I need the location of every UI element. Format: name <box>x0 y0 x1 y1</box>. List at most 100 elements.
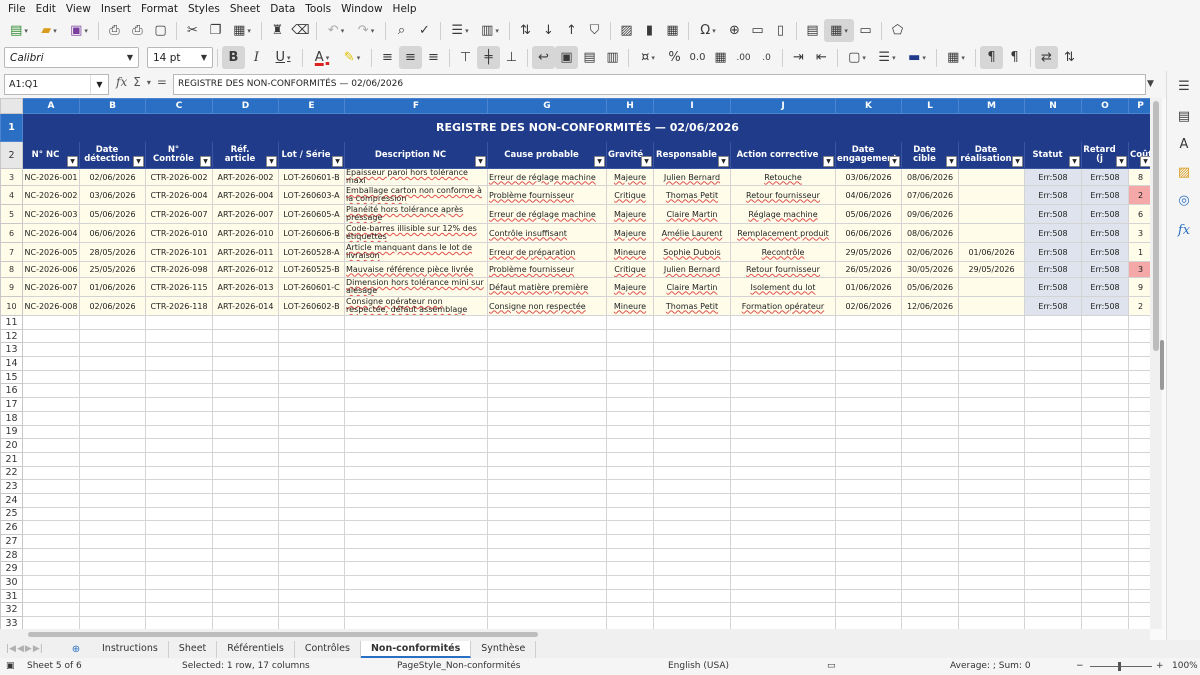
empty-cell[interactable] <box>901 451 959 467</box>
empty-cell[interactable] <box>653 342 731 358</box>
empty-cell[interactable] <box>1081 492 1129 508</box>
empty-cell[interactable] <box>22 575 80 590</box>
empty-cell[interactable] <box>901 410 959 426</box>
empty-cell[interactable] <box>344 575 488 590</box>
row-header[interactable]: 1 <box>0 113 23 142</box>
comment-icon[interactable]: ▭ <box>746 19 769 42</box>
empty-cell[interactable] <box>730 547 836 563</box>
paste-icon[interactable]: ▦ <box>227 19 257 42</box>
empty-cell[interactable] <box>145 588 213 604</box>
empty-cell[interactable] <box>653 602 731 618</box>
empty-cell[interactable] <box>1128 616 1150 629</box>
cell-j[interactable]: Réglage machine <box>730 204 836 224</box>
table-header-cell[interactable]: Gravité ▼ <box>606 141 654 169</box>
empty-cell[interactable] <box>730 575 836 590</box>
zoom-out-icon[interactable]: − <box>1076 661 1084 671</box>
empty-cell[interactable] <box>145 547 213 563</box>
font-color-icon[interactable]: A <box>307 46 337 69</box>
empty-cell[interactable] <box>1024 520 1082 535</box>
cell-c[interactable]: CTR-2026-101 <box>145 242 213 262</box>
empty-cell[interactable] <box>730 397 836 412</box>
table-header-cell[interactable]: Statut ▼ <box>1024 141 1082 169</box>
empty-cell[interactable] <box>344 547 488 563</box>
empty-cell[interactable] <box>1081 465 1129 481</box>
empty-cell[interactable] <box>901 588 959 604</box>
empty-cell[interactable] <box>145 397 213 412</box>
empty-cell[interactable] <box>606 328 654 344</box>
empty-cell[interactable] <box>22 356 80 371</box>
empty-cell[interactable] <box>606 438 654 453</box>
define-print-area-icon[interactable]: ▤ <box>801 19 824 42</box>
table-header-cell[interactable]: Coût ▼ <box>1128 141 1150 169</box>
cell-o[interactable]: Err:508 <box>1081 185 1129 205</box>
language[interactable]: English (USA) <box>668 661 729 671</box>
cell-j[interactable]: Remplacement produit <box>730 223 836 243</box>
empty-cell[interactable] <box>901 561 959 577</box>
next-sheet-icon[interactable]: ▶ <box>25 644 32 654</box>
table-header-cell[interactable]: Lot / Série ▼ <box>278 141 345 169</box>
empty-cell[interactable] <box>145 575 213 590</box>
empty-cell[interactable] <box>1024 424 1082 440</box>
empty-cell[interactable] <box>1081 561 1129 577</box>
row-header[interactable]: 27 <box>0 534 23 549</box>
empty-cell[interactable] <box>344 520 488 535</box>
empty-cell[interactable] <box>145 369 213 385</box>
empty-cell[interactable] <box>835 506 902 522</box>
empty-cell[interactable] <box>344 328 488 344</box>
row-header[interactable]: 30 <box>0 575 23 590</box>
empty-cell[interactable] <box>1024 410 1082 426</box>
empty-cell[interactable] <box>901 479 959 494</box>
empty-cell[interactable] <box>1081 315 1129 330</box>
empty-cell[interactable] <box>79 479 146 494</box>
empty-cell[interactable] <box>958 534 1025 549</box>
cell-m[interactable] <box>958 204 1025 224</box>
table-header-cell[interactable]: Action corrective ▼ <box>730 141 836 169</box>
cell-n[interactable]: Err:508 <box>1024 168 1082 186</box>
row-header[interactable]: 19 <box>0 424 23 440</box>
empty-cell[interactable] <box>730 410 836 426</box>
autofilter-dropdown-icon[interactable]: ▼ <box>200 156 211 167</box>
font-size-combo[interactable]: 14 pt ▼ <box>147 47 213 68</box>
empty-cell[interactable] <box>958 315 1025 330</box>
autofilter-dropdown-icon[interactable]: ▼ <box>594 156 605 167</box>
empty-cell[interactable] <box>278 424 345 440</box>
empty-cell[interactable] <box>730 383 836 399</box>
table-header-cell[interactable]: Cause probable ▼ <box>487 141 607 169</box>
cell-k[interactable]: 26/05/2026 <box>835 261 902 278</box>
increase-indent-icon[interactable]: ⇥ <box>787 46 810 69</box>
cell-m[interactable] <box>958 223 1025 243</box>
merge-cells-icon[interactable]: ▤ <box>578 46 601 69</box>
row-header[interactable]: 3 <box>0 168 23 186</box>
empty-cell[interactable] <box>1128 356 1150 371</box>
empty-cell[interactable] <box>835 520 902 535</box>
empty-cell[interactable] <box>1081 602 1129 618</box>
cell-n[interactable]: Err:508 <box>1024 223 1082 243</box>
text-direction-vertical-icon[interactable]: ⇅ <box>1058 46 1081 69</box>
row-header[interactable]: 15 <box>0 369 23 385</box>
empty-cell[interactable] <box>606 383 654 399</box>
empty-cell[interactable] <box>1128 451 1150 467</box>
empty-cell[interactable] <box>212 465 279 481</box>
empty-cell[interactable] <box>344 588 488 604</box>
scrollbar-thumb[interactable] <box>28 632 538 637</box>
add-decimal-icon[interactable]: .00 <box>732 46 755 69</box>
sheet-title-cell[interactable]: REGISTRE DES NON-CONFORMITÉS — 02/06/202… <box>22 113 1150 142</box>
wrap-text-icon[interactable]: ↩ <box>532 46 555 69</box>
autofilter-dropdown-icon[interactable]: ▼ <box>1140 156 1150 167</box>
cell-i[interactable]: Claire Martin <box>653 277 731 297</box>
empty-cell[interactable] <box>835 356 902 371</box>
navigator-icon[interactable]: ◎ <box>1175 191 1193 209</box>
empty-cell[interactable] <box>1128 328 1150 344</box>
table-header-cell[interactable]: Date engagement ▼ <box>835 141 902 169</box>
empty-cell[interactable] <box>487 465 607 481</box>
empty-cell[interactable] <box>606 547 654 563</box>
empty-cell[interactable] <box>79 328 146 344</box>
align-middle-icon[interactable]: ╪ <box>477 46 500 69</box>
column-header-o[interactable]: O <box>1081 98 1129 114</box>
empty-cell[interactable] <box>145 410 213 426</box>
sort-descending-icon[interactable]: ↑ <box>560 19 583 42</box>
empty-cell[interactable] <box>730 492 836 508</box>
table-header-cell[interactable]: Date réalisation ▼ <box>958 141 1025 169</box>
empty-cell[interactable] <box>1128 575 1150 590</box>
sort-icon[interactable]: ⇅ <box>514 19 537 42</box>
